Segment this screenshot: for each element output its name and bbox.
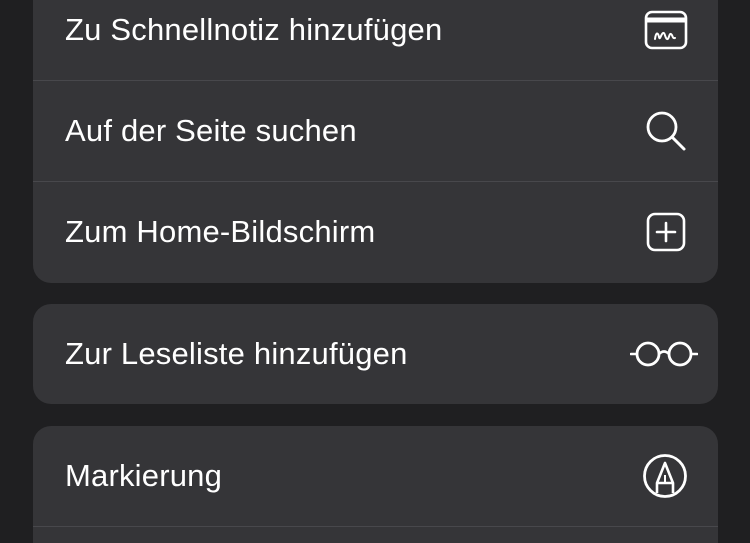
find-on-page-row[interactable]: Auf der Seite suchen <box>33 81 718 181</box>
actions-group-1: Zu Schnellnotiz hinzufügen Auf der Seite… <box>33 0 718 283</box>
find-on-page-label: Auf der Seite suchen <box>65 113 357 148</box>
quick-note-icon <box>644 10 688 50</box>
search-icon <box>646 111 686 151</box>
markup-label: Markierung <box>65 458 223 493</box>
actions-group-2: Zur Leseliste hinzufügen <box>33 304 718 404</box>
add-to-reading-list-label: Zur Leseliste hinzufügen <box>65 336 408 371</box>
glasses-icon <box>630 341 698 367</box>
add-to-home-screen-row[interactable]: Zum Home-Bildschirm <box>33 182 718 282</box>
actions-group-3: Markierung <box>33 426 718 543</box>
add-to-quick-note-label: Zu Schnellnotiz hinzufügen <box>65 12 443 47</box>
markup-pen-icon <box>643 454 687 498</box>
add-square-icon <box>646 212 686 252</box>
markup-row[interactable]: Markierung <box>33 426 718 526</box>
add-to-quick-note-row[interactable]: Zu Schnellnotiz hinzufügen <box>33 0 718 80</box>
share-sheet-actions: Zu Schnellnotiz hinzufügen Auf der Seite… <box>0 0 750 543</box>
add-to-reading-list-row[interactable]: Zur Leseliste hinzufügen <box>33 304 718 404</box>
add-to-home-screen-label: Zum Home-Bildschirm <box>65 214 376 249</box>
divider <box>33 526 718 527</box>
